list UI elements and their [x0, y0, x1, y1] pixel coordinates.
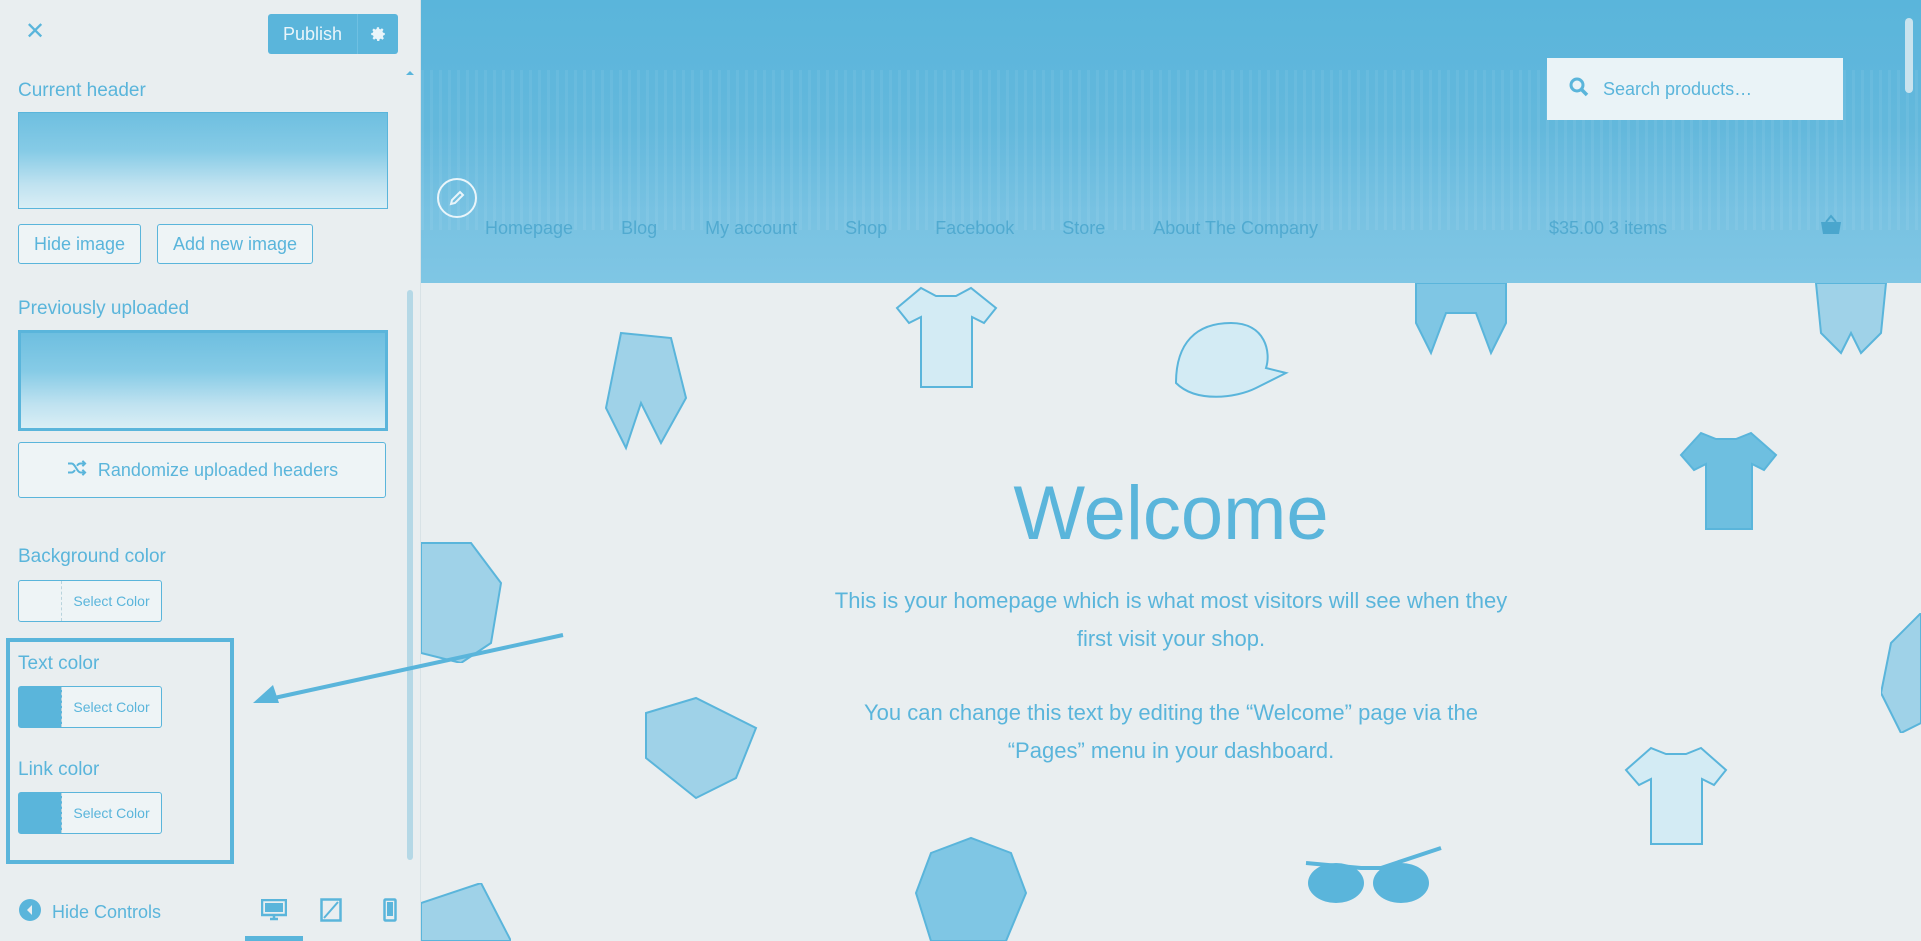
basket-icon[interactable] [1819, 214, 1843, 240]
nav-item-shop[interactable]: Shop [845, 218, 887, 239]
customizer-panel: ✕ Publish Current header Hide image Add … [0, 0, 421, 941]
preview-scroll-thumb[interactable] [1905, 18, 1913, 93]
gear-icon[interactable] [357, 14, 398, 54]
text-color-picker[interactable]: Select Color [18, 686, 162, 728]
text-color-swatch [19, 687, 62, 727]
select-color-label: Select Color [73, 593, 150, 609]
site-preview: Search products… Homepage Blog My accoun… [421, 0, 1921, 941]
nav-item-facebook[interactable]: Facebook [935, 218, 1014, 239]
nav-item-about[interactable]: About The Company [1153, 218, 1318, 239]
jeans-edge-illustration [421, 883, 511, 941]
welcome-paragraph-2-line-2: “Pages” menu in your dashboard. [1007, 738, 1335, 763]
shorts-illustration [604, 331, 688, 451]
current-header-title: Current header [18, 80, 146, 101]
sunglasses-illustration [1305, 846, 1442, 903]
hide-image-button[interactable]: Hide image [18, 224, 141, 264]
hoodie-illustration [1415, 283, 1507, 356]
nav-item-store[interactable]: Store [1062, 218, 1105, 239]
annotation-arrow-icon [253, 633, 564, 703]
welcome-paragraph-2-line-1: You can change this text by editing the … [864, 700, 1478, 725]
publish-label: Publish [283, 23, 343, 44]
shirt-bottom-illustration [914, 836, 1028, 941]
collapse-arrow-icon [18, 898, 42, 927]
nav-item-homepage[interactable]: Homepage [485, 218, 573, 239]
search-icon [1569, 77, 1589, 102]
welcome-paragraph-1-line-2: first visit your shop. [1076, 626, 1266, 651]
edit-shortcut-pencil-icon[interactable] [437, 178, 477, 218]
current-header-thumbnail [18, 112, 388, 209]
header-image: Search products… Homepage Blog My accoun… [421, 0, 1921, 283]
background-color-picker[interactable]: Select Color [18, 580, 162, 622]
randomize-label: Randomize uploaded headers [97, 459, 339, 480]
tablet-preview-icon[interactable] [311, 895, 351, 925]
link-color-title: Link color [18, 759, 100, 780]
link-color-picker[interactable]: Select Color [18, 792, 162, 834]
add-new-image-button[interactable]: Add new image [157, 224, 313, 264]
close-icon[interactable]: ✕ [18, 14, 52, 48]
select-color-label: Select Color [73, 805, 150, 821]
desktop-preview-icon[interactable] [254, 895, 294, 925]
uploaded-header-thumbnail[interactable] [18, 330, 388, 431]
customizer-topbar: ✕ Publish [0, 0, 420, 68]
shuffle-icon [66, 459, 88, 482]
active-device-indicator [245, 936, 303, 941]
hide-controls-label: Hide Controls [52, 902, 162, 922]
background-color-title: Background color [18, 546, 166, 567]
jacket-illustration [1814, 283, 1888, 355]
panel-scroll-thumb[interactable] [407, 290, 413, 860]
text-color-title: Text color [18, 653, 100, 674]
publish-button[interactable]: Publish [268, 14, 398, 54]
nav-item-blog[interactable]: Blog [621, 218, 657, 239]
welcome-paragraph-1-line-1: This is your homepage which is what most… [834, 588, 1508, 613]
nav-item-my-account[interactable]: My account [705, 218, 797, 239]
background-color-swatch [19, 581, 62, 621]
randomize-headers-button[interactable]: Randomize uploaded headers [18, 442, 386, 498]
link-color-swatch [19, 793, 62, 833]
product-search-field[interactable]: Search products… [1547, 58, 1843, 120]
tshirt-illustration [895, 286, 998, 388]
scroll-up-arrow-icon[interactable] [405, 68, 415, 78]
cap-illustration [1174, 321, 1289, 398]
select-color-label: Select Color [73, 699, 150, 715]
welcome-heading: Welcome [1013, 471, 1329, 556]
primary-navigation: Homepage Blog My account Shop Facebook S… [485, 218, 1366, 239]
mobile-preview-icon[interactable] [370, 895, 410, 925]
previously-uploaded-title: Previously uploaded [18, 298, 190, 319]
hide-controls-button[interactable]: Hide Controls [18, 898, 161, 927]
search-placeholder: Search products… [1603, 78, 1753, 99]
cart-summary[interactable]: $35.00 3 items [1549, 218, 1667, 239]
